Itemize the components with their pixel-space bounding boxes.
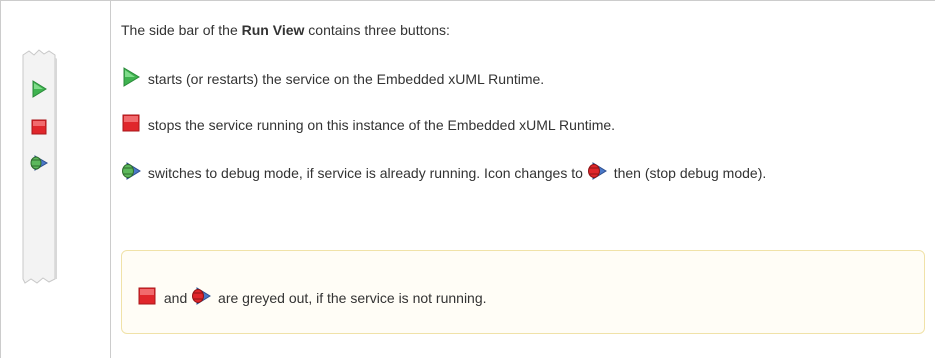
sidebar-play-icon [29, 79, 49, 99]
run-view-sidebar-image [21, 49, 57, 285]
stop-debug-icon [587, 161, 607, 181]
play-icon [121, 67, 141, 87]
note-and: and [160, 290, 192, 306]
page: The side bar of the Run View contains th… [0, 0, 935, 358]
debug-description-a: switches to debug mode, if service is al… [144, 165, 587, 181]
description-cell: The side bar of the Run View contains th… [111, 0, 935, 358]
sidebar-illustration-cell [0, 0, 111, 358]
info-note: and are greyed out, if the service is no… [121, 250, 925, 334]
sidebar-debug-icon [29, 153, 49, 173]
run-view-term: Run View [241, 22, 305, 38]
note-tail: are greyed out, if the service is not ru… [214, 290, 487, 306]
intro-prefix: The side bar of the [121, 22, 242, 38]
intro-paragraph: The side bar of the Run View contains th… [121, 21, 921, 39]
note-stop-icon [137, 286, 157, 306]
debug-description-b: then (stop debug mode). [609, 165, 767, 181]
debug-paragraph: switches to debug mode, if service is al… [121, 161, 921, 182]
intro-suffix: contains three buttons: [304, 22, 450, 38]
play-paragraph: starts (or restarts) the service on the … [121, 67, 921, 88]
stop-icon [121, 113, 141, 133]
sidebar-stop-icon [29, 117, 49, 137]
stop-paragraph: stops the service running on this instan… [121, 113, 921, 134]
stop-description: stops the service running on this instan… [144, 117, 616, 133]
note-text: and are greyed out, if the service is no… [137, 286, 487, 307]
play-description: starts (or restarts) the service on the … [144, 71, 545, 87]
note-stop-debug-icon [191, 286, 212, 306]
debug-icon [121, 161, 141, 181]
